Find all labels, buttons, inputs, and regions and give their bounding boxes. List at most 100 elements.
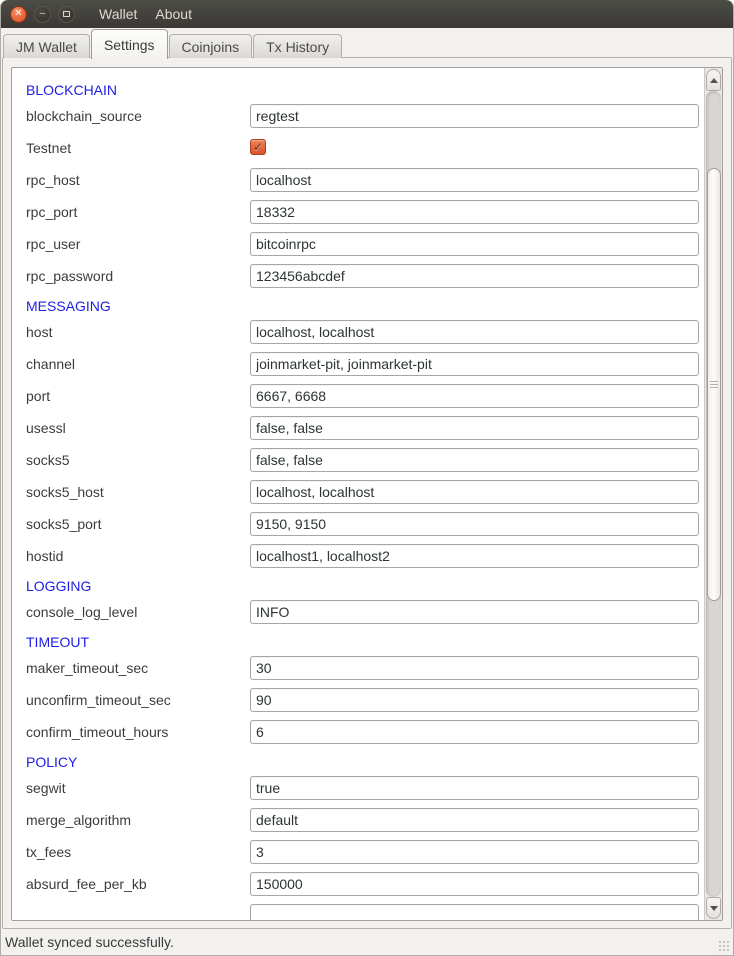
field-label: blockchain_source	[26, 104, 250, 128]
settings-scroll-area: BLOCKCHAIN blockchain_source Testnet ✓ r…	[11, 67, 723, 921]
settings-row: rpc_port	[26, 198, 722, 230]
field-label: socks5	[26, 448, 250, 472]
field-usessl[interactable]	[250, 416, 699, 440]
settings-row: tx_fees	[26, 838, 722, 870]
settings-row: rpc_host	[26, 166, 722, 198]
settings-row: socks5_port	[26, 510, 722, 542]
settings-row: unconfirm_timeout_sec	[26, 686, 722, 718]
scroll-up-button[interactable]	[706, 69, 721, 91]
settings-row: confirm_timeout_hours	[26, 718, 722, 750]
field-label: Testnet	[26, 136, 250, 160]
status-bar: Wallet synced successfully.	[1, 929, 733, 955]
field-merge-algorithm[interactable]	[250, 808, 699, 832]
section-header-messaging: MESSAGING	[26, 294, 722, 318]
field-label: rpc_password	[26, 264, 250, 288]
settings-row: maker_timeout_sec	[26, 654, 722, 686]
settings-row: socks5_host	[26, 478, 722, 510]
field-label: rpc_port	[26, 200, 250, 224]
minimize-button[interactable]: –	[34, 6, 51, 23]
field-channel[interactable]	[250, 352, 699, 376]
settings-row: blockchain_source	[26, 102, 722, 134]
settings-row: rpc_password	[26, 262, 722, 294]
field-label: socks5_host	[26, 480, 250, 504]
settings-row: channel	[26, 350, 722, 382]
tab-coinjoins[interactable]: Coinjoins	[169, 34, 253, 58]
tab-tx-history[interactable]: Tx History	[253, 34, 342, 58]
field-label: unconfirm_timeout_sec	[26, 688, 250, 712]
field-segwit[interactable]	[250, 776, 699, 800]
field-blockchain-source[interactable]	[250, 104, 699, 128]
section-header-logging: LOGGING	[26, 574, 722, 598]
section-header-blockchain: BLOCKCHAIN	[26, 78, 722, 102]
maximize-button[interactable]	[58, 6, 75, 23]
field-socks5-host[interactable]	[250, 480, 699, 504]
field-label: rpc_user	[26, 232, 250, 256]
tab-bar: JM WalletSettingsCoinjoinsTx History	[1, 28, 733, 58]
field-host[interactable]	[250, 320, 699, 344]
field-rpc-password[interactable]	[250, 264, 699, 288]
settings-row: absurd_fee_per_kb	[26, 870, 722, 902]
close-icon: ✕	[14, 9, 22, 19]
field-label: host	[26, 320, 250, 344]
field-console-log-level[interactable]	[250, 600, 699, 624]
field-partial[interactable]	[250, 904, 699, 921]
field-label: confirm_timeout_hours	[26, 720, 250, 744]
close-button[interactable]: ✕	[10, 6, 27, 23]
field-maker-timeout-sec[interactable]	[250, 656, 699, 680]
scrollbar-thumb[interactable]	[707, 168, 721, 601]
section-header-policy: POLICY	[26, 750, 722, 774]
field-label: socks5_port	[26, 512, 250, 536]
menubar: WalletAbout	[90, 0, 201, 28]
field-label: console_log_level	[26, 600, 250, 624]
settings-row: socks5	[26, 446, 722, 478]
maximize-icon	[63, 11, 70, 17]
scroll-up-icon	[710, 78, 718, 83]
field-socks5-port[interactable]	[250, 512, 699, 536]
settings-row: console_log_level	[26, 598, 722, 630]
field-absurd-fee-per-kb[interactable]	[250, 872, 699, 896]
field-rpc-port[interactable]	[250, 200, 699, 224]
field-rpc-host[interactable]	[250, 168, 699, 192]
settings-row	[26, 902, 722, 921]
wallet-window: ✕ – WalletAbout JM WalletSettingsCoinjoi…	[0, 0, 734, 956]
settings-tab-pane: BLOCKCHAIN blockchain_source Testnet ✓ r…	[2, 57, 732, 929]
settings-row: hostid	[26, 542, 722, 574]
settings-row: host	[26, 318, 722, 350]
titlebar: ✕ – WalletAbout	[1, 0, 733, 28]
field-label: absurd_fee_per_kb	[26, 872, 250, 896]
settings-row: port	[26, 382, 722, 414]
settings-row: Testnet ✓	[26, 134, 722, 166]
menu-about[interactable]: About	[146, 0, 201, 28]
field-label: tx_fees	[26, 840, 250, 864]
field-confirm-timeout-hours[interactable]	[250, 720, 699, 744]
minimize-icon: –	[40, 9, 46, 19]
scrollbar-grip-icon	[710, 381, 718, 389]
field-label: port	[26, 384, 250, 408]
field-label: rpc_host	[26, 168, 250, 192]
tab-settings[interactable]: Settings	[91, 29, 168, 59]
field-label: merge_algorithm	[26, 808, 250, 832]
field-hostid[interactable]	[250, 544, 699, 568]
field-port[interactable]	[250, 384, 699, 408]
vertical-scrollbar	[704, 68, 722, 920]
settings-form: BLOCKCHAIN blockchain_source Testnet ✓ r…	[12, 68, 722, 921]
field-label: channel	[26, 352, 250, 376]
settings-row: segwit	[26, 774, 722, 806]
scroll-down-button[interactable]	[706, 897, 721, 919]
field-label: segwit	[26, 776, 250, 800]
settings-row: rpc_user	[26, 230, 722, 262]
section-header-timeout: TIMEOUT	[26, 630, 722, 654]
field-label: usessl	[26, 416, 250, 440]
field-tx-fees[interactable]	[250, 840, 699, 864]
field-rpc-user[interactable]	[250, 232, 699, 256]
testnet-checkbox[interactable]: ✓	[250, 139, 266, 155]
field-socks5[interactable]	[250, 448, 699, 472]
menu-wallet[interactable]: Wallet	[90, 0, 146, 28]
field-label: hostid	[26, 544, 250, 568]
scroll-down-icon	[710, 906, 718, 911]
resize-grip[interactable]	[718, 940, 731, 953]
status-message: Wallet synced successfully.	[5, 934, 174, 950]
field-unconfirm-timeout-sec[interactable]	[250, 688, 699, 712]
tab-jm-wallet[interactable]: JM Wallet	[3, 34, 90, 58]
checkmark-icon: ✓	[253, 141, 263, 153]
